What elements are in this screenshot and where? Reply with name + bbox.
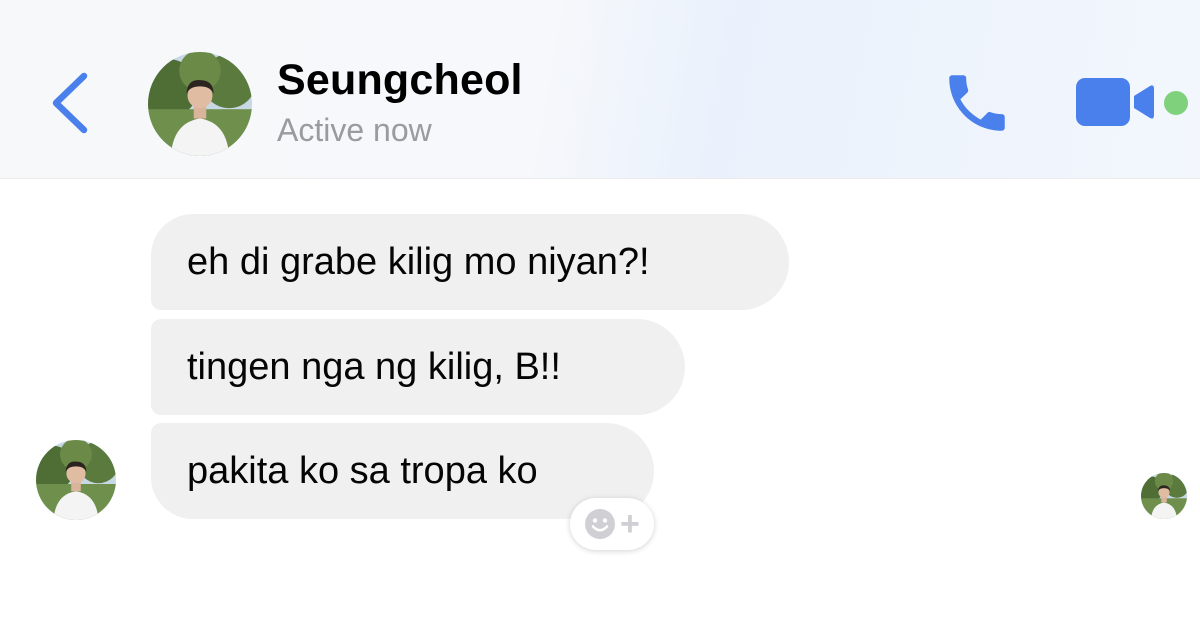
active-status-dot: [1164, 91, 1188, 115]
contact-name: Seungcheol: [277, 56, 523, 104]
back-button[interactable]: [46, 68, 94, 138]
add-reaction-button[interactable]: +: [570, 498, 654, 550]
sender-avatar[interactable]: [36, 440, 116, 520]
message-bubble[interactable]: eh di grabe kilig mo niyan?!: [151, 214, 789, 310]
voice-call-button[interactable]: [938, 66, 1016, 140]
chevron-left-icon: [52, 72, 88, 134]
contact-avatar[interactable]: [148, 52, 252, 156]
message-text: pakita ko sa tropa ko: [187, 450, 538, 492]
active-status: Active now: [277, 112, 432, 148]
plus-icon: +: [620, 505, 640, 543]
video-camera-icon: [1076, 78, 1154, 126]
message-text: eh di grabe kilig mo niyan?!: [187, 241, 650, 283]
phone-icon: [949, 75, 1005, 131]
read-receipt-avatar: [1141, 473, 1187, 519]
smiley-icon: [585, 509, 615, 539]
contact-photo: [148, 52, 252, 156]
message-text: tingen nga ng kilig, B!!: [187, 346, 561, 388]
video-call-button[interactable]: [1074, 74, 1158, 130]
read-receipt-photo: [1141, 473, 1187, 519]
chat-screen: Seungcheol Active now eh di grabe kilig …: [0, 0, 1200, 624]
sender-photo: [36, 440, 116, 520]
message-bubble[interactable]: tingen nga ng kilig, B!!: [151, 319, 685, 415]
chat-header: Seungcheol Active now: [0, 0, 1200, 179]
